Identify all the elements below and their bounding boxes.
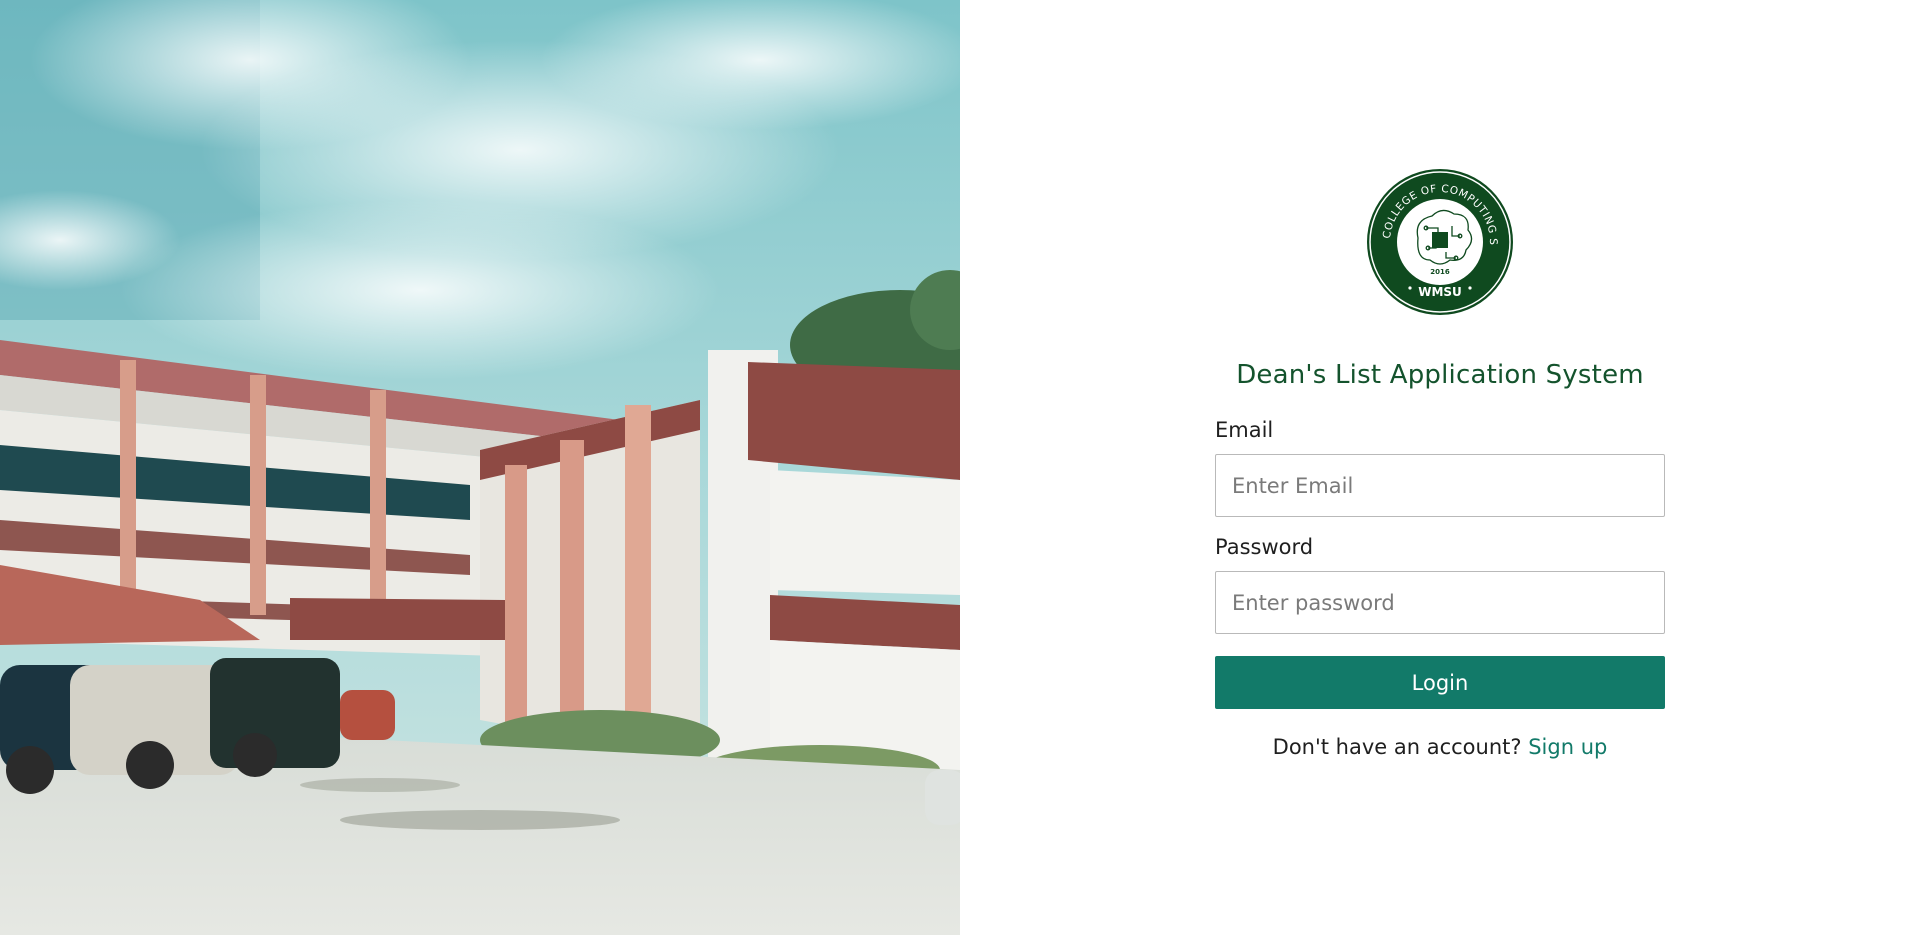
signup-prompt: Don't have an account?: [1272, 735, 1529, 759]
signup-link[interactable]: Sign up: [1528, 735, 1607, 759]
signup-row: Don't have an account? Sign up: [1215, 735, 1665, 759]
login-page: COLLEGE OF COMPUTING STUDIES: [0, 0, 1920, 935]
college-logo: COLLEGE OF COMPUTING STUDIES: [1366, 168, 1514, 316]
hero-image: [0, 0, 960, 935]
password-input[interactable]: [1215, 571, 1665, 634]
app-title: Dean's List Application System: [1236, 360, 1644, 390]
email-input[interactable]: [1215, 454, 1665, 517]
password-label: Password: [1215, 535, 1314, 559]
login-form: COLLEGE OF COMPUTING STUDIES: [1215, 168, 1665, 759]
login-button[interactable]: Login: [1215, 656, 1665, 709]
logo-abbr: WMSU: [1418, 285, 1462, 299]
logo-year: 2016: [1430, 268, 1450, 276]
login-panel: COLLEGE OF COMPUTING STUDIES: [960, 0, 1920, 935]
email-label: Email: [1215, 418, 1274, 442]
